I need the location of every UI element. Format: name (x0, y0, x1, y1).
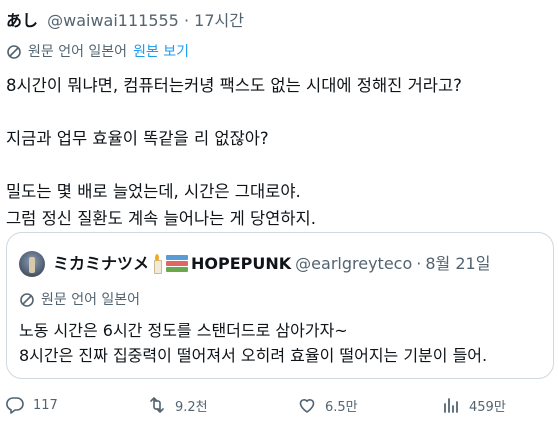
reply-icon (6, 397, 24, 414)
quoted-author-display-name[interactable]: ミカミナツメ HOPEPUNK (53, 254, 291, 274)
tweet-text-line: 지금과 업무 효율이 똑같을 리 없잖아? (6, 129, 269, 149)
reply-count: 117 (33, 397, 58, 413)
translation-language-label: 원문 언어 일본어 (28, 44, 128, 60)
retweet-button[interactable]: 9.2천 (147, 395, 208, 415)
views-icon (444, 398, 458, 413)
views-button[interactable]: 459만 (441, 395, 506, 415)
tweet-timestamp[interactable]: 17시간 (194, 11, 244, 30)
tweet-text-line: 밀도는 몇 배로 늘었는데, 시간은 그대로야. (6, 182, 301, 202)
tweet-body: 8시간이 뭐냐면, 컴퓨터는커녕 팩스도 없는 시대에 정해진 거라고? 지금과… (6, 73, 551, 233)
books-emoji-icon (166, 254, 189, 272)
translate-icon (7, 45, 21, 59)
quoted-tweet-header: ミカミナツメ HOPEPUNK @earlgreyteco · 8월 21일 (19, 251, 490, 277)
view-count: 459만 (469, 399, 506, 415)
author-display-name[interactable]: あし (6, 11, 38, 30)
translate-icon (20, 293, 34, 307)
author-handle[interactable]: @waiwai111555 (47, 11, 179, 30)
quoted-tweet-date[interactable]: 8월 21일 (425, 254, 490, 274)
translation-notice: 원문 언어 일본어 원본 보기 (6, 43, 189, 61)
show-original-link[interactable]: 원본 보기 (133, 43, 189, 61)
like-button[interactable]: 6.5만 (297, 395, 358, 415)
tweet-header: あし @waiwai111555 · 17시간 (6, 11, 244, 31)
quoted-text-line: 노동 시간은 6시간 정도를 스탠더드로 삼아가자~ (19, 321, 348, 340)
tweet-text-line: 8시간이 뭐냐면, 컴퓨터는커녕 팩스도 없는 시대에 정해진 거라고? (6, 76, 462, 95)
like-count: 6.5만 (325, 399, 358, 415)
tweet-text-line: 그럼 정신 질환도 계속 늘어나는 게 당연하지. (6, 208, 316, 228)
separator-dot: · (183, 11, 190, 30)
retweet-icon (150, 397, 164, 413)
candle-emoji-icon (152, 254, 163, 274)
quoted-translation-notice: 원문 언어 일본어 (19, 291, 140, 309)
quoted-tweet-card[interactable]: ミカミナツメ HOPEPUNK @earlgreyteco · 8월 21일 원문… (6, 232, 554, 379)
retweet-count: 9.2천 (175, 399, 208, 415)
reply-button[interactable]: 117 (5, 395, 58, 415)
separator-dot: · (416, 254, 422, 273)
avatar[interactable] (19, 251, 45, 277)
tweet-action-bar: 117 9.2천 6.5만 459만 (0, 395, 558, 423)
heart-icon (299, 399, 315, 413)
quoted-tweet-body: 노동 시간은 6시간 정도를 스탠더드로 삼아가자~ 8시간은 진짜 집중력이 … (19, 318, 558, 368)
quoted-translation-language-label: 원문 언어 일본어 (41, 292, 141, 308)
quoted-author-handle[interactable]: @earlgreyteco (295, 254, 412, 274)
quoted-text-line: 8시간은 진짜 집중력이 떨어져서 오히려 효율이 떨어지는 기분이 들어. (19, 346, 488, 365)
